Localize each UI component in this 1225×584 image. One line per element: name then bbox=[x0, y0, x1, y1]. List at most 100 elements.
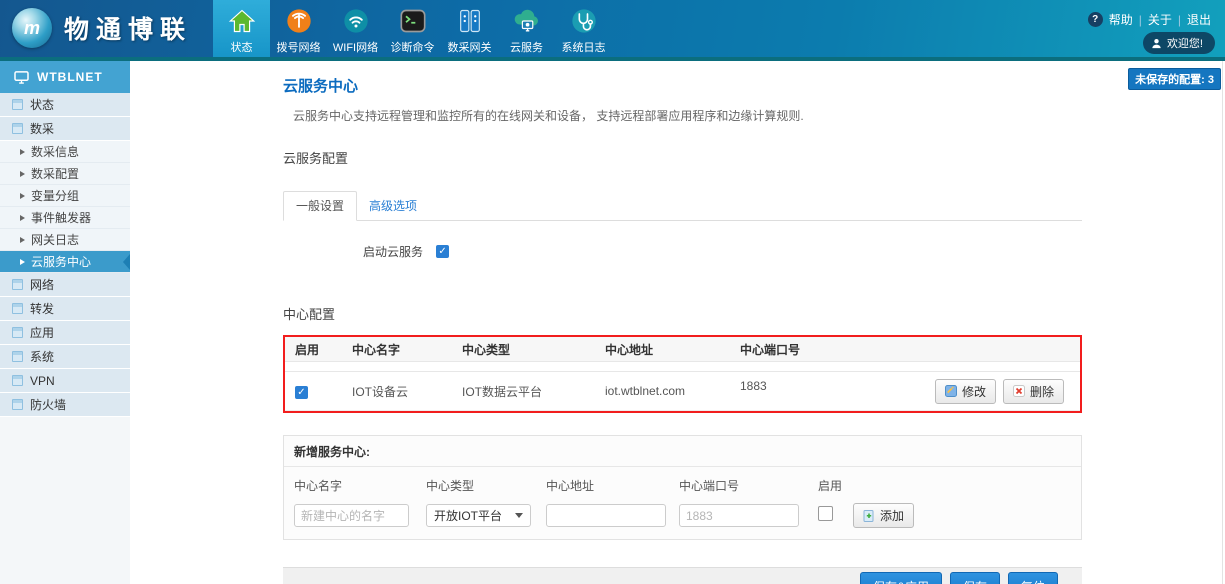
list-icon bbox=[12, 375, 23, 386]
caret-right-icon bbox=[20, 259, 25, 265]
cell-center-type: IOT数据云平台 bbox=[462, 383, 605, 400]
nav-item-diagnostic-command[interactable]: 诊断命令 bbox=[384, 0, 441, 57]
header-links: ? 帮助 | 关于 | 退出 bbox=[1088, 11, 1211, 28]
sidebar-item-label: 云服务中心 bbox=[31, 253, 91, 270]
sidebar-item-network[interactable]: 网络 bbox=[0, 273, 130, 297]
sidebar-item-label: 网络 bbox=[30, 276, 54, 293]
sidebar-item-data-info[interactable]: 数采信息 bbox=[0, 141, 130, 163]
tab-advanced-options[interactable]: 高级选项 bbox=[357, 192, 429, 220]
caret-right-icon bbox=[20, 193, 25, 199]
link-divider: | bbox=[1178, 13, 1181, 27]
sidebar-item-label: 变量分组 bbox=[31, 187, 79, 204]
welcome-text: 欢迎您! bbox=[1167, 35, 1203, 51]
edit-button-label: 修改 bbox=[962, 383, 986, 400]
wifi-icon bbox=[340, 5, 372, 37]
sidebar-item-firewall[interactable]: 防火墙 bbox=[0, 393, 130, 417]
edit-button[interactable]: 修改 bbox=[935, 379, 996, 404]
sidebar-item-data-config[interactable]: 数采配置 bbox=[0, 163, 130, 185]
sidebar-item-gateway-log[interactable]: 网关日志 bbox=[0, 229, 130, 251]
unsaved-config-badge[interactable]: 未保存的配置: 3 bbox=[1128, 68, 1221, 90]
section-cloud-config-heading: 云服务配置 bbox=[283, 148, 1082, 167]
cell-center-address: iot.wtblnet.com bbox=[605, 384, 740, 398]
table-row: ✓ IOT设备云 IOT数据云平台 iot.wtblnet.com 1883 修… bbox=[285, 371, 1080, 411]
dial-network-icon bbox=[283, 5, 315, 37]
sidebar-item-label: 转发 bbox=[30, 300, 54, 317]
sidebar-item-label: 状态 bbox=[30, 96, 54, 113]
list-icon bbox=[12, 123, 23, 134]
label-center-name: 中心名字 bbox=[294, 467, 426, 494]
col-enable: 启用 bbox=[295, 341, 352, 358]
add-button[interactable]: 添加 bbox=[853, 503, 914, 528]
enable-cloud-label: 启动云服务 bbox=[363, 243, 423, 260]
about-link[interactable]: 关于 bbox=[1148, 11, 1172, 28]
sidebar-item-system[interactable]: 系统 bbox=[0, 345, 130, 369]
center-type-select[interactable]: 开放IOT平台 bbox=[426, 504, 531, 527]
caret-right-icon bbox=[20, 171, 25, 177]
terminal-icon bbox=[397, 5, 429, 37]
add-form-labels: 中心名字 中心类型 中心地址 中心端口号 启用 bbox=[284, 467, 1081, 494]
caret-right-icon bbox=[20, 215, 25, 221]
sidebar-item-label: 防火墙 bbox=[30, 396, 66, 413]
sidebar-item-variable-group[interactable]: 变量分组 bbox=[0, 185, 130, 207]
sidebar-title-label: WTBLNET bbox=[37, 70, 103, 84]
tab-general-settings[interactable]: 一般设置 bbox=[283, 191, 357, 221]
caret-right-icon bbox=[20, 237, 25, 243]
sidebar-item-label: 数采 bbox=[30, 120, 54, 137]
brand-name: 物通博联 bbox=[64, 10, 192, 46]
top-nav: 状态 拨号网络 WIFI网络 诊断命令 bbox=[213, 0, 612, 57]
table-header-row: 启用 中心名字 中心类型 中心地址 中心端口号 bbox=[285, 337, 1080, 362]
globe-logo-icon: m bbox=[12, 8, 52, 48]
sidebar-item-status[interactable]: 状态 bbox=[0, 93, 130, 117]
sidebar-item-application[interactable]: 应用 bbox=[0, 321, 130, 345]
label-center-port: 中心端口号 bbox=[679, 467, 818, 494]
list-icon bbox=[12, 327, 23, 338]
cell-center-name: IOT设备云 bbox=[352, 383, 462, 400]
help-icon: ? bbox=[1088, 12, 1103, 27]
sidebar-item-vpn[interactable]: VPN bbox=[0, 369, 130, 393]
user-icon bbox=[1151, 38, 1162, 49]
save-button[interactable]: 保存 bbox=[950, 572, 1000, 584]
help-link[interactable]: 帮助 bbox=[1109, 11, 1133, 28]
sidebar-item-label: 事件触发器 bbox=[31, 209, 91, 226]
monitor-icon bbox=[14, 71, 29, 84]
enable-cloud-checkbox[interactable]: ✓ bbox=[436, 245, 449, 258]
nav-item-dial-network[interactable]: 拨号网络 bbox=[270, 0, 327, 57]
sidebar-item-forward[interactable]: 转发 bbox=[0, 297, 130, 321]
label-enable: 启用 bbox=[818, 467, 853, 494]
row-enable-checkbox[interactable]: ✓ bbox=[295, 386, 308, 399]
new-center-enable-checkbox[interactable] bbox=[818, 506, 833, 521]
reset-button[interactable]: 复位 bbox=[1008, 572, 1058, 584]
brand-logo: m 物通博联 bbox=[12, 8, 192, 48]
nav-item-cloud-service[interactable]: 云服务 bbox=[498, 0, 555, 57]
cell-center-port: 1883 bbox=[740, 379, 767, 404]
add-service-center-form: 新增服务中心: 中心名字 中心类型 中心地址 中心端口号 启用 开放IOT平台 bbox=[283, 435, 1082, 540]
cloud-icon bbox=[511, 5, 543, 37]
save-apply-button[interactable]: 保存&应用 bbox=[860, 572, 942, 584]
add-form-title: 新增服务中心: bbox=[284, 436, 1081, 467]
sidebar-item-cloud-service-center[interactable]: 云服务中心 bbox=[0, 251, 130, 273]
col-center-type: 中心类型 bbox=[462, 341, 605, 358]
list-icon bbox=[12, 399, 23, 410]
top-header: m 物通博联 状态 拨号网络 WIFI网络 bbox=[0, 0, 1225, 57]
delete-button[interactable]: 删除 bbox=[1003, 379, 1064, 404]
logout-link[interactable]: 退出 bbox=[1187, 11, 1211, 28]
sidebar-item-data-collect[interactable]: 数采 bbox=[0, 117, 130, 141]
page-description: 云服务中心支持远程管理和监控所有的在线网关和设备， 支持远程部署应用程序和边缘计… bbox=[283, 107, 1082, 124]
nav-item-wifi-network[interactable]: WIFI网络 bbox=[327, 0, 384, 57]
nav-item-data-gateway[interactable]: 数采网关 bbox=[441, 0, 498, 57]
col-center-name: 中心名字 bbox=[352, 341, 462, 358]
welcome-pill[interactable]: 欢迎您! bbox=[1143, 32, 1215, 54]
col-center-port: 中心端口号 bbox=[740, 341, 1080, 358]
settings-tabs: 一般设置 高级选项 bbox=[283, 196, 1082, 221]
chevron-down-icon bbox=[515, 513, 523, 518]
add-page-icon bbox=[863, 510, 875, 522]
sidebar-item-event-trigger[interactable]: 事件触发器 bbox=[0, 207, 130, 229]
center-name-input[interactable] bbox=[294, 504, 409, 527]
page-title: 云服务中心 bbox=[283, 75, 1082, 96]
nav-item-status[interactable]: 状态 bbox=[213, 0, 270, 57]
nav-item-system-log[interactable]: 系统日志 bbox=[555, 0, 612, 57]
list-icon bbox=[12, 279, 23, 290]
center-address-input[interactable] bbox=[546, 504, 666, 527]
edit-icon bbox=[945, 385, 957, 397]
center-port-input[interactable] bbox=[679, 504, 799, 527]
